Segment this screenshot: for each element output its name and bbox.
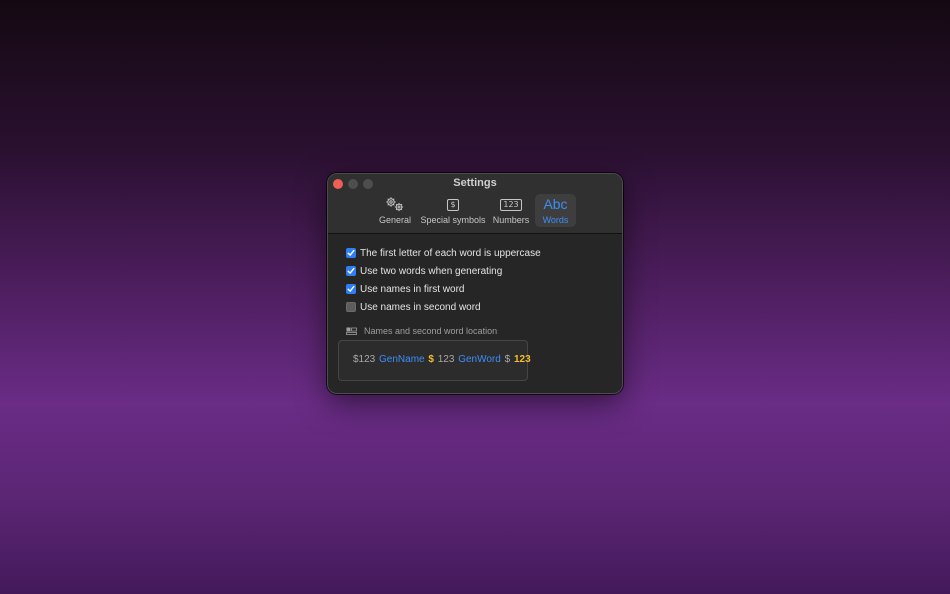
toolbar: Settings General $ Special symbols 123 N… xyxy=(328,174,622,234)
token-symbols-number[interactable]: $123 xyxy=(353,354,375,365)
numbers-box-icon: 123 xyxy=(500,198,522,211)
option-names-second-word[interactable]: Use names in second word xyxy=(346,300,481,314)
dollar-box-icon: $ xyxy=(447,198,459,211)
token-number[interactable]: 123 xyxy=(438,354,455,365)
window-title: Settings xyxy=(453,177,497,189)
checkbox-checked[interactable] xyxy=(346,266,356,276)
checkbox-checked[interactable] xyxy=(346,284,356,294)
option-uppercase-first-letter[interactable]: The first letter of each word is upperca… xyxy=(346,246,541,260)
tab-general-label: General xyxy=(378,215,412,225)
option-label: Use two words when generating xyxy=(360,265,503,277)
tab-numbers[interactable]: 123 Numbers xyxy=(492,194,530,227)
option-names-first-word[interactable]: Use names in first word xyxy=(346,282,464,296)
option-two-words[interactable]: Use two words when generating xyxy=(346,264,502,278)
token-symbol[interactable]: $ xyxy=(505,354,511,365)
abc-icon: Abc xyxy=(543,196,568,212)
checkbox-checked[interactable] xyxy=(346,248,356,258)
checkmark-icon xyxy=(347,249,355,256)
location-section-label: Names and second word location xyxy=(346,326,497,336)
layout-icon xyxy=(346,327,357,335)
location-label: Names and second word location xyxy=(364,326,498,336)
tab-bar: General $ Special symbols 123 Numbers Ab… xyxy=(328,194,622,228)
option-label: Use names in first word xyxy=(360,283,465,295)
token-row: $123 GenName $ 123 GenWord $ 123 xyxy=(353,354,532,365)
tab-words-label: Words xyxy=(542,215,569,225)
tab-special-symbols-label: Special symbols xyxy=(420,215,486,225)
checkmark-icon xyxy=(347,285,355,292)
checkbox-unchecked[interactable] xyxy=(346,302,356,312)
token-symbol[interactable]: $ xyxy=(428,354,434,365)
option-label: The first letter of each word is upperca… xyxy=(360,247,541,259)
tab-numbers-label: Numbers xyxy=(492,215,530,225)
tab-special-symbols[interactable]: $ Special symbols xyxy=(420,194,486,227)
settings-window: Settings General $ Special symbols 123 N… xyxy=(327,173,623,394)
token-genword[interactable]: GenWord xyxy=(458,354,501,365)
tab-general[interactable]: General xyxy=(376,194,414,227)
option-label: Use names in second word xyxy=(360,301,481,313)
gears-icon xyxy=(376,196,414,213)
token-number[interactable]: 123 xyxy=(514,354,531,365)
tab-words[interactable]: Abc Words xyxy=(535,194,576,227)
location-preview[interactable]: $123 GenName $ 123 GenWord $ 123 xyxy=(338,340,531,381)
checkmark-icon xyxy=(347,267,355,274)
token-genname[interactable]: GenName xyxy=(379,354,425,365)
